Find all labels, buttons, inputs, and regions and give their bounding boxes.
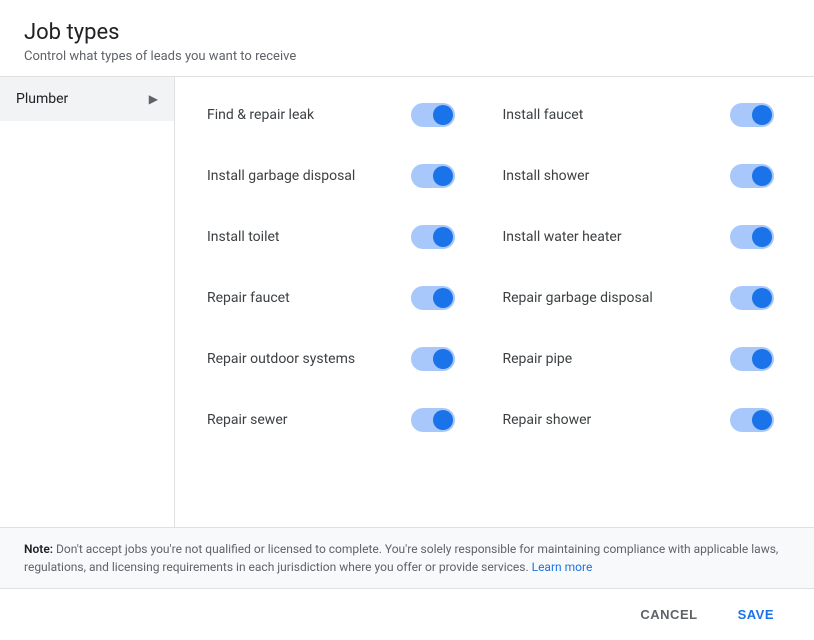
job-label: Install toilet	[207, 229, 279, 245]
note-label: Note:	[24, 542, 53, 556]
job-label: Repair pipe	[503, 351, 573, 367]
job-item: Install faucet	[495, 85, 791, 146]
action-bar: CANCEL SAVE	[0, 588, 814, 640]
page-title: Job types	[24, 20, 790, 45]
job-list: Find & repair leak Install faucet Install …	[175, 77, 814, 527]
toggle-switch[interactable]	[411, 225, 455, 249]
job-item: Repair shower	[495, 390, 791, 451]
job-label: Find & repair leak	[207, 107, 314, 123]
job-label: Install shower	[503, 168, 590, 184]
toggle-switch[interactable]	[411, 347, 455, 371]
toggle-switch[interactable]	[411, 286, 455, 310]
toggle-switch[interactable]	[411, 103, 455, 127]
toggle-switch[interactable]	[730, 347, 774, 371]
footer-note: Note: Don't accept jobs you're not quali…	[0, 527, 814, 588]
job-label: Repair shower	[503, 412, 592, 428]
page-subtitle: Control what types of leads you want to …	[24, 49, 790, 64]
toggle-switch[interactable]	[730, 286, 774, 310]
page-container: Job types Control what types of leads yo…	[0, 0, 814, 640]
job-item: Repair pipe	[495, 329, 791, 390]
toggle-switch[interactable]	[730, 225, 774, 249]
job-grid: Find & repair leak Install faucet Install …	[199, 85, 790, 451]
chevron-right-icon: ▶	[149, 92, 158, 106]
sidebar-item-label: Plumber	[16, 91, 68, 107]
toggle-switch[interactable]	[411, 164, 455, 188]
job-item: Repair faucet	[199, 268, 495, 329]
content-area: Plumber ▶ Find & repair leak Install fauc…	[0, 77, 814, 527]
job-item: Install water heater	[495, 207, 791, 268]
page-header: Job types Control what types of leads yo…	[0, 0, 814, 76]
toggle-switch[interactable]	[411, 408, 455, 432]
toggle-switch[interactable]	[730, 103, 774, 127]
job-item: Find & repair leak	[199, 85, 495, 146]
job-label: Repair garbage disposal	[503, 290, 653, 306]
note-text: Don't accept jobs you're not qualified o…	[24, 542, 778, 574]
save-button[interactable]: SAVE	[722, 599, 790, 630]
job-label: Repair outdoor systems	[207, 351, 355, 367]
job-label: Install garbage disposal	[207, 168, 355, 184]
sidebar-item-plumber[interactable]: Plumber ▶	[0, 77, 174, 121]
job-label: Repair faucet	[207, 290, 290, 306]
learn-more-link[interactable]: Learn more	[532, 560, 593, 574]
toggle-switch[interactable]	[730, 408, 774, 432]
job-item: Repair outdoor systems	[199, 329, 495, 390]
job-item: Install toilet	[199, 207, 495, 268]
toggle-switch[interactable]	[730, 164, 774, 188]
sidebar: Plumber ▶	[0, 77, 175, 527]
job-label: Install faucet	[503, 107, 584, 123]
job-item: Repair sewer	[199, 390, 495, 451]
job-label: Install water heater	[503, 229, 622, 245]
job-item: Repair garbage disposal	[495, 268, 791, 329]
cancel-button[interactable]: CANCEL	[624, 599, 713, 630]
job-item: Install shower	[495, 146, 791, 207]
job-item: Install garbage disposal	[199, 146, 495, 207]
job-label: Repair sewer	[207, 412, 288, 428]
